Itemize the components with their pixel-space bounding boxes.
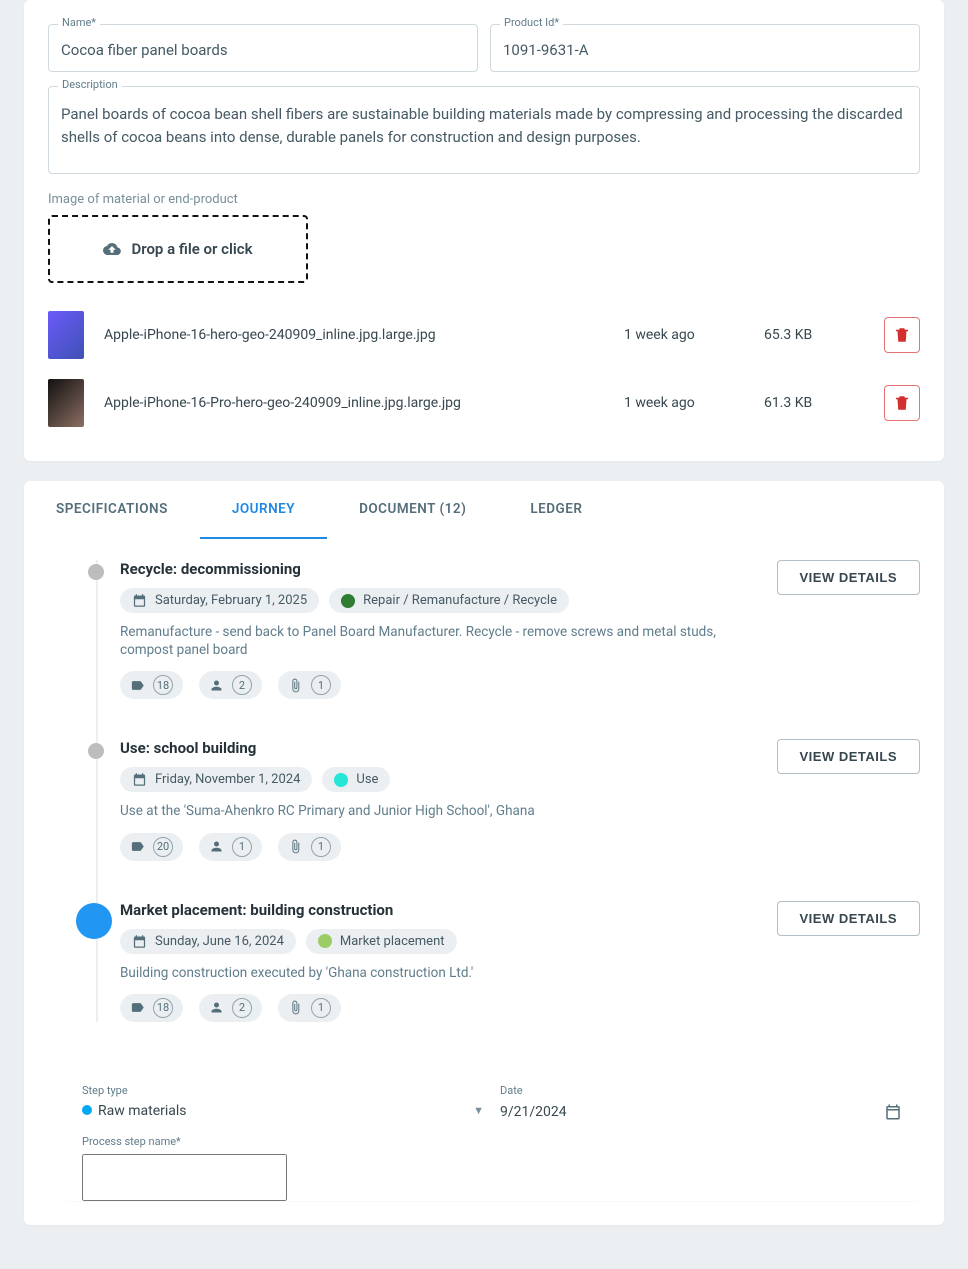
delete-file-button[interactable] bbox=[884, 385, 920, 421]
view-details-button[interactable]: VIEW DETAILS bbox=[777, 560, 920, 595]
timeline-item: Market placement: building construction S… bbox=[120, 901, 920, 1022]
date-label: Date bbox=[500, 1084, 902, 1097]
file-row: Apple-iPhone-16-hero-geo-240909_inline.j… bbox=[48, 301, 920, 369]
productid-label: Product Id* bbox=[500, 16, 563, 29]
timeline-status-chip: Repair / Remanufacture / Recycle bbox=[329, 588, 569, 613]
view-details-button[interactable]: VIEW DETAILS bbox=[777, 901, 920, 936]
timeline-status-chip: Market placement bbox=[306, 929, 457, 954]
attachment-count-chip: 1 bbox=[278, 833, 341, 861]
timeline-date-chip: Saturday, February 1, 2025 bbox=[120, 588, 319, 613]
name-label: Name* bbox=[58, 16, 100, 29]
description-label: Description bbox=[58, 78, 122, 91]
process-step-name-label: Process step name* bbox=[82, 1135, 902, 1148]
file-dropzone[interactable]: Drop a file or click bbox=[48, 215, 308, 283]
file-thumbnail bbox=[48, 379, 84, 427]
file-uploaded-when: 1 week ago bbox=[624, 395, 744, 411]
product-form-card: Name* Product Id* Description Image of m… bbox=[24, 0, 944, 461]
image-section-label: Image of material or end-product bbox=[48, 192, 920, 207]
tabs: SPECIFICATIONS JOURNEY DOCUMENT (12) LED… bbox=[24, 481, 944, 540]
tab-ledger[interactable]: LEDGER bbox=[498, 481, 614, 539]
timeline-status-chip: Use bbox=[322, 767, 390, 792]
timeline-date-chip: Friday, November 1, 2024 bbox=[120, 767, 312, 792]
file-size: 65.3 KB bbox=[764, 327, 864, 343]
timeline-item: Recycle: decommissioning Saturday, Februa… bbox=[120, 560, 920, 699]
timeline-description: Building construction executed by 'Ghana… bbox=[120, 964, 765, 982]
step-type-value: Raw materials bbox=[98, 1103, 187, 1119]
file-name: Apple-iPhone-16-Pro-hero-geo-240909_inli… bbox=[104, 395, 604, 411]
tab-document[interactable]: DOCUMENT (12) bbox=[327, 481, 498, 539]
step-type-label: Step type bbox=[82, 1084, 484, 1097]
people-count-chip: 1 bbox=[199, 833, 262, 861]
view-details-button[interactable]: VIEW DETAILS bbox=[777, 739, 920, 774]
file-uploaded-when: 1 week ago bbox=[624, 327, 744, 343]
file-size: 61.3 KB bbox=[764, 395, 864, 411]
productid-input[interactable] bbox=[490, 24, 920, 72]
attachment-count-chip: 1 bbox=[278, 671, 341, 699]
timeline-title: Market placement: building construction bbox=[120, 901, 765, 919]
attachment-count-chip: 1 bbox=[278, 994, 341, 1022]
timeline-description: Use at the 'Suma-Ahenkro RC Primary and … bbox=[120, 802, 765, 820]
delete-file-button[interactable] bbox=[884, 317, 920, 353]
timeline-date-chip: Sunday, June 16, 2024 bbox=[120, 929, 296, 954]
timeline-item: Use: school building Friday, November 1, … bbox=[120, 739, 920, 860]
tab-journey[interactable]: JOURNEY bbox=[200, 481, 327, 539]
file-row: Apple-iPhone-16-Pro-hero-geo-240909_inli… bbox=[48, 369, 920, 437]
description-input[interactable] bbox=[48, 86, 920, 174]
process-step-name-input[interactable] bbox=[82, 1154, 287, 1201]
timeline-title: Use: school building bbox=[120, 739, 765, 757]
tags-count-chip: 18 bbox=[120, 671, 183, 699]
chevron-down-icon: ▼ bbox=[473, 1104, 484, 1117]
timeline-dot bbox=[88, 564, 104, 580]
timeline-dot bbox=[88, 743, 104, 759]
timeline-dot bbox=[76, 903, 112, 939]
tags-count-chip: 20 bbox=[120, 833, 183, 861]
timeline-description: Remanufacture - send back to Panel Board… bbox=[120, 623, 765, 659]
dropzone-label: Drop a file or click bbox=[131, 240, 252, 258]
date-input[interactable]: 9/21/2024 bbox=[500, 1103, 902, 1121]
name-input[interactable] bbox=[48, 24, 478, 72]
step-type-select[interactable]: Raw materials ▼ bbox=[82, 1103, 484, 1119]
new-step-panel: Step type Raw materials ▼ Date 9/21/2024… bbox=[64, 1062, 920, 1201]
file-thumbnail bbox=[48, 311, 84, 359]
timeline-title: Recycle: decommissioning bbox=[120, 560, 765, 578]
date-value: 9/21/2024 bbox=[500, 1104, 567, 1120]
journey-card: SPECIFICATIONS JOURNEY DOCUMENT (12) LED… bbox=[24, 481, 944, 1225]
cloud-upload-icon bbox=[103, 240, 121, 258]
tags-count-chip: 18 bbox=[120, 994, 183, 1022]
tab-specifications[interactable]: SPECIFICATIONS bbox=[24, 481, 200, 539]
calendar-icon bbox=[884, 1103, 902, 1121]
people-count-chip: 2 bbox=[199, 994, 262, 1022]
file-name: Apple-iPhone-16-hero-geo-240909_inline.j… bbox=[104, 327, 604, 343]
people-count-chip: 2 bbox=[199, 671, 262, 699]
